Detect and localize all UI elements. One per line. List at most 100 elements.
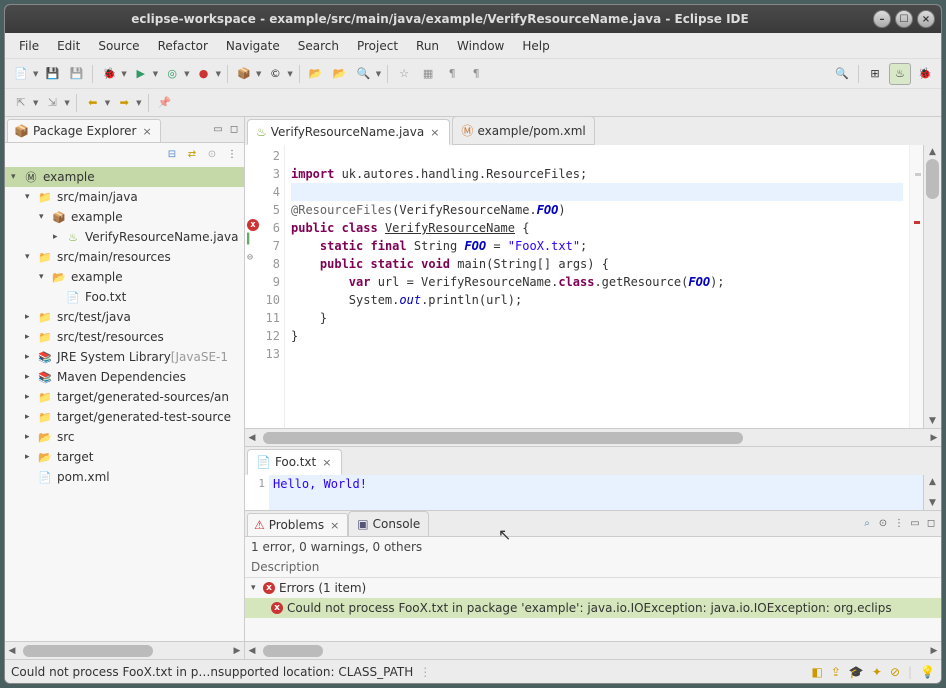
chevron-down-icon[interactable]: ▼ [136,99,141,107]
editor-tab-pom[interactable]: Ⓜ example/pom.xml [452,117,594,145]
search-icon[interactable]: 🔍 [354,64,374,84]
close-icon[interactable]: × [428,126,441,139]
menu-file[interactable]: File [11,35,47,57]
problems-column-header[interactable]: Description [245,557,941,578]
menu-refactor[interactable]: Refactor [150,35,216,57]
save-icon[interactable]: 💾 [42,64,62,84]
text-content[interactable]: Hello, World! [269,475,923,510]
close-icon[interactable]: × [140,125,153,138]
pin-icon[interactable]: 📌 [155,93,175,113]
whats-new-icon[interactable]: ✦ [872,665,882,679]
focus-task-icon[interactable]: ⊙ [204,146,220,162]
minimize-view-icon[interactable]: ▭ [210,122,226,138]
toggle-mark-icon[interactable]: ☆ [394,64,414,84]
collapse-marker[interactable]: ⊖ [247,249,259,267]
editor-vscrollbar[interactable]: ▲ ▼ [923,145,941,428]
error-group-row[interactable]: ▾ x Errors (1 item) [245,578,941,598]
new-package-icon[interactable]: 📦 [234,64,254,84]
chevron-down-icon[interactable]: ▼ [121,70,126,78]
xml-file-node[interactable]: 📄pom.xml [5,467,244,487]
problems-tab[interactable]: ⚠ Problems × [247,513,348,536]
source-folder-node[interactable]: ▾📁src/main/resources [5,247,244,267]
open-perspective-icon[interactable]: ⊞ [865,64,885,84]
pilcrow-icon[interactable]: ¶ [466,64,486,84]
package-node[interactable]: ▾📦example [5,207,244,227]
filter-icon[interactable]: ⌕ [859,516,875,532]
forward-icon[interactable]: ➡ [114,93,134,113]
source-folder-node[interactable]: ▾📁src/main/java [5,187,244,207]
error-indicator[interactable] [914,221,920,224]
close-button[interactable]: × [917,10,935,28]
chevron-down-icon[interactable]: ▼ [184,70,189,78]
folder-node[interactable]: ▸📂target [5,447,244,467]
library-node[interactable]: ▸📚Maven Dependencies [5,367,244,387]
java-file-node[interactable]: ▸♨VerifyResourceName.java [5,227,244,247]
report-icon[interactable]: ⊘ [890,665,900,679]
project-node[interactable]: ▾Ⓜexample [5,167,244,187]
close-icon[interactable]: × [328,519,341,532]
menu-edit[interactable]: Edit [49,35,88,57]
chevron-down-icon[interactable]: ▼ [64,99,69,107]
editor-tab-foo[interactable]: 📄 Foo.txt × [247,449,342,475]
focus-icon[interactable]: ⊙ [875,516,891,532]
package-explorer-tab[interactable]: 📦 Package Explorer × [7,119,161,142]
open-task-icon[interactable]: 📂 [330,64,350,84]
maximize-button[interactable]: ☐ [895,10,913,28]
chevron-down-icon[interactable]: ▼ [33,70,38,78]
chevron-down-icon[interactable]: ▼ [256,70,261,78]
chevron-down-icon[interactable]: ▼ [153,70,158,78]
menu-navigate[interactable]: Navigate [218,35,288,57]
chevron-down-icon[interactable]: ▼ [33,99,38,107]
minimize-button[interactable]: – [873,10,891,28]
overview-ruler[interactable] [909,145,923,428]
tip-icon[interactable]: 💡 [920,665,935,679]
coverage-icon[interactable]: ◎ [162,64,182,84]
chevron-down-icon[interactable]: ▼ [216,70,221,78]
new-class-icon[interactable]: © [265,64,285,84]
folder-node[interactable]: ▾📂example [5,267,244,287]
maximize-view-icon[interactable]: ◻ [226,122,242,138]
link-editor-icon[interactable]: ⇲ [42,93,62,113]
view-menu-icon[interactable]: ⋮ [224,146,240,162]
close-icon[interactable]: × [320,456,333,469]
debug-icon[interactable]: 🐞 [99,64,119,84]
open-type-icon[interactable]: 📂 [306,64,326,84]
editor-hscrollbar[interactable]: ◀▶ [245,428,941,446]
debug-perspective-button[interactable]: 🐞 [915,64,935,84]
menu-search[interactable]: Search [290,35,347,57]
secondary-vscrollbar[interactable]: ▲▼ [923,475,941,510]
maximize-view-icon[interactable]: ◻ [923,516,939,532]
source-folder-node[interactable]: ▸📁src/test/resources [5,327,244,347]
chevron-down-icon[interactable]: ▼ [105,99,110,107]
library-node[interactable]: ▸📚JRE System Library [JavaSE-1 [5,347,244,367]
toggle-block-icon[interactable]: ▦ [418,64,438,84]
view-menu-icon[interactable]: ⋮ [891,516,907,532]
minimize-view-icon[interactable]: ▭ [907,516,923,532]
chevron-down-icon[interactable]: ▼ [287,70,292,78]
editor-tab-java[interactable]: ♨ VerifyResourceName.java × [247,119,450,145]
problems-hscrollbar[interactable]: ◀▶ [245,641,941,659]
menu-help[interactable]: Help [514,35,557,57]
error-marker-icon[interactable]: x [247,219,259,231]
menu-project[interactable]: Project [349,35,406,57]
folder-node[interactable]: ▸📂src [5,427,244,447]
menu-source[interactable]: Source [90,35,147,57]
overview-icon[interactable]: ◧ [812,665,823,679]
secondary-body[interactable]: 1 Hello, World! ▲▼ [245,475,941,510]
menu-run[interactable]: Run [408,35,447,57]
run-last-icon[interactable]: ● [194,64,214,84]
sidebar-hscrollbar[interactable]: ◀▶ [5,641,244,659]
save-all-icon[interactable]: 💾 [66,64,86,84]
console-tab[interactable]: ▣ Console [348,511,429,537]
link-with-editor-icon[interactable]: ⇄ [184,146,200,162]
occurrence-indicator[interactable] [915,173,921,176]
source-folder-node[interactable]: ▸📁target/generated-test-source [5,407,244,427]
code-content[interactable]: import uk.autores.handling.ResourceFiles… [285,145,909,428]
new-icon[interactable]: 📄 [11,64,31,84]
collapse-all-icon[interactable]: ⇱ [11,93,31,113]
text-file-node[interactable]: 📄Foo.txt [5,287,244,307]
collapse-all-icon[interactable]: ⊟ [164,146,180,162]
source-folder-node[interactable]: ▸📁src/test/java [5,307,244,327]
tutorials-icon[interactable]: 🎓 [849,665,864,679]
java-perspective-button[interactable]: ♨ [889,63,911,85]
